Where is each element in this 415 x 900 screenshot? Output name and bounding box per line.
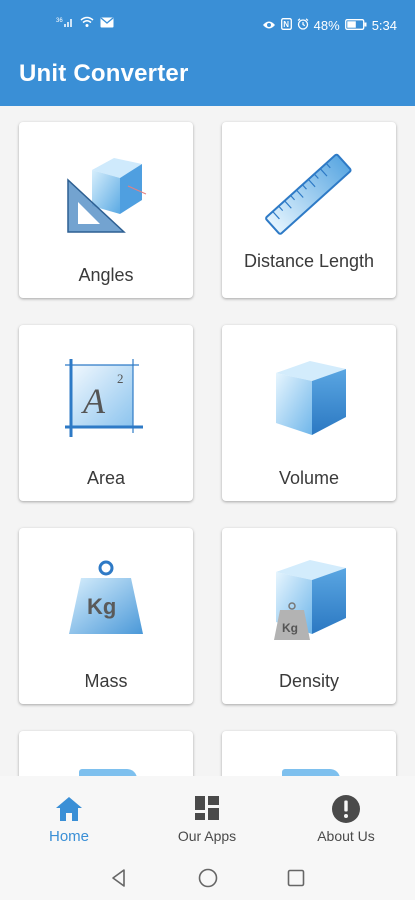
battery-icon	[344, 18, 367, 33]
mail-icon	[100, 16, 114, 31]
nav-about-us[interactable]: About Us	[277, 776, 415, 858]
category-card-density[interactable]: Kg Density	[222, 528, 396, 704]
wifi-icon	[80, 16, 94, 31]
alarm-icon	[297, 18, 309, 33]
category-label: Distance Length	[243, 251, 375, 271]
svg-text:36: 36	[56, 18, 63, 24]
bottom-navigation: Home Our Apps About Us	[0, 776, 415, 858]
category-label: Volume	[278, 468, 340, 488]
category-card-angles[interactable]: Angles	[19, 122, 193, 298]
nav-our-apps[interactable]: Our Apps	[138, 776, 276, 858]
nav-label: About Us	[317, 828, 375, 844]
category-card-partial-right[interactable]	[222, 731, 396, 776]
eye-icon	[262, 18, 276, 33]
app-header: 36 N 48% 5:34 Unit Converter	[0, 0, 415, 106]
cube-icon	[222, 343, 396, 453]
category-label: Mass	[84, 671, 128, 691]
clock-time: 5:34	[371, 18, 397, 33]
category-art-partial	[79, 769, 137, 776]
nfc-icon: N	[280, 18, 292, 33]
apps-grid-icon	[138, 794, 276, 826]
battery-percent: 48%	[313, 18, 340, 33]
category-card-partial-left[interactable]	[19, 731, 193, 776]
category-card-area[interactable]: A 2 Area	[19, 325, 193, 501]
angles-icon	[19, 140, 193, 250]
svg-text:A: A	[81, 381, 106, 421]
ruler-icon	[222, 140, 396, 250]
nav-label: Home	[48, 828, 89, 845]
page-title: Unit Converter	[19, 60, 189, 87]
back-icon[interactable]	[107, 866, 131, 890]
category-grid: Angles Distance Length A 2 Area Volume K…	[0, 106, 415, 776]
svg-text:Kg: Kg	[87, 594, 116, 619]
svg-text:Kg: Kg	[282, 621, 298, 635]
svg-text:N: N	[283, 20, 289, 29]
category-card-mass[interactable]: Kg Mass	[19, 528, 193, 704]
category-art-partial	[282, 769, 340, 776]
category-label: Area	[86, 468, 126, 488]
home-icon	[0, 794, 138, 826]
area-icon: A 2	[19, 343, 193, 453]
category-label: Angles	[78, 265, 134, 285]
recents-icon[interactable]	[284, 866, 308, 890]
nav-home[interactable]: Home	[0, 776, 138, 858]
signal-icon: 36	[56, 16, 74, 31]
info-icon	[277, 794, 415, 826]
category-card-volume[interactable]: Volume	[222, 325, 396, 501]
status-bar: 36 N 48% 5:34	[0, 0, 415, 52]
system-navigation-bar	[0, 858, 415, 900]
home-circle-icon[interactable]	[196, 866, 220, 890]
category-card-distance-length[interactable]: Distance Length	[222, 122, 396, 298]
density-icon: Kg	[222, 546, 396, 656]
nav-label: Our Apps	[177, 828, 237, 844]
svg-text:2: 2	[117, 371, 124, 386]
weight-icon: Kg	[19, 546, 193, 656]
category-label: Density	[278, 671, 340, 691]
